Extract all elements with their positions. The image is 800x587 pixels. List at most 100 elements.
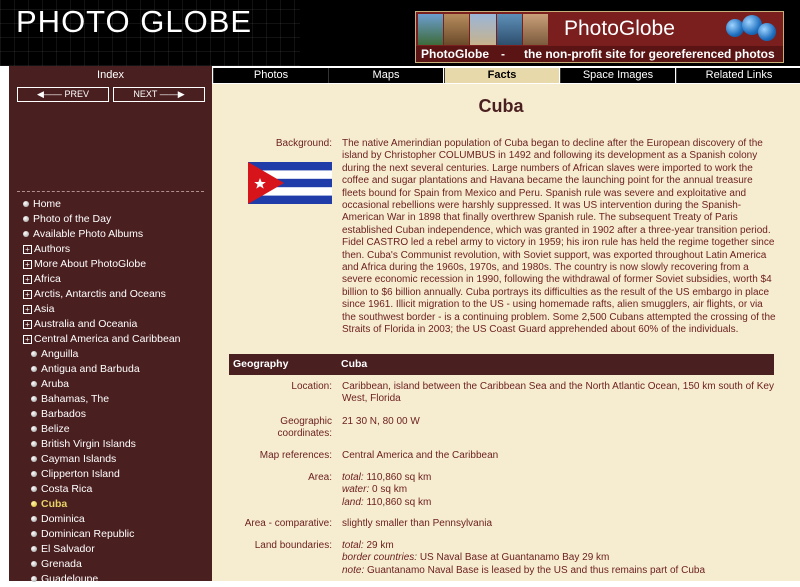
land-boundaries-label: Land boundaries: [254,540,332,551]
sidebar-item-british-virgin-islands[interactable]: British Virgin Islands [9,437,212,452]
background-text: The native Amerindian population of Cuba… [342,138,776,336]
sidebar-item-more-about-photoglobe[interactable]: + More About PhotoGlobe [9,257,212,272]
land-boundaries-border-row: border countries: US Naval Base at Guant… [342,552,776,564]
area-value: total: 110,860 sq km water: 0 sq km land… [342,472,776,509]
sidebar-item-label: Asia [34,303,55,315]
sidebar-item-anguilla[interactable]: Anguilla [9,347,212,362]
sidebar-item-dominican-republic[interactable]: Dominican Republic [9,527,212,542]
land-boundaries-value: total: 29 km border countries: US Naval … [342,540,776,577]
prev-button[interactable]: ◀—— PREV [17,87,109,102]
expand-plus-icon: + [23,335,32,344]
sidebar-item-label: Barbados [41,408,86,420]
tab-photos[interactable]: Photos [213,68,328,83]
bullet-icon [31,426,37,432]
prev-label: PREV [64,89,89,99]
bullet-icon [31,471,37,477]
sidebar-item-africa[interactable]: + Africa [9,272,212,287]
sidebar-item-grenada[interactable]: Grenada [9,557,212,572]
expand-plus-icon: + [23,275,32,284]
location-label: Location: [291,381,332,392]
facts-content: Cuba Background: The native Amerindian p… [212,84,800,581]
sidebar-item-label: Available Photo Albums [33,228,144,240]
site-logo[interactable]: PHOTO GLOBE [16,4,252,40]
area-total-key: total: [342,472,364,483]
sidebar-item-el-salvador[interactable]: El Salvador [9,542,212,557]
sidebar-menu: Home Photo of the Day Available Photo Albu… [9,197,212,587]
geography-section-header: Geography Cuba [229,354,774,375]
land-boundaries-note-row: note: Guantanamo Naval Base is leased by… [342,565,776,577]
sidebar-item-australia-and-oceania[interactable]: + Australia and Oceania [9,317,212,332]
land-boundaries-border-value: US Naval Base at Guantanamo Bay 29 km [419,552,610,564]
sidebar-item-clipperton-island[interactable]: Clipperton Island [9,467,212,482]
background-label: Background: [275,138,332,149]
sidebar-item-cayman-islands[interactable]: Cayman Islands [9,452,212,467]
sidebar-item-aruba[interactable]: Aruba [9,377,212,392]
sidebar-item-available-photo-albums[interactable]: Available Photo Albums [9,227,212,242]
tab-related-links[interactable]: Related Links [676,68,800,83]
area-water-row: water: 0 sq km [342,484,776,496]
geography-country: Cuba [341,358,368,370]
sidebar-item-barbados[interactable]: Barbados [9,407,212,422]
sidebar-item-belize[interactable]: Belize [9,422,212,437]
bullet-icon [23,201,29,207]
sidebar-item-cuba[interactable]: Cuba [9,497,212,512]
header: PHOTO GLOBE PhotoGlobe PhotoGlobe - the … [0,0,800,66]
expand-plus-icon: + [23,290,32,299]
area-water-value: 0 sq km [372,484,408,496]
cuba-flag-icon [248,162,332,204]
land-boundaries-border-key: border countries: [342,552,418,564]
geography-heading: Geography [233,358,289,370]
bullet-icon [31,441,37,447]
bullet-icon [31,501,37,507]
photoglobe-banner[interactable]: PhotoGlobe PhotoGlobe - the non-profit s… [415,11,784,63]
location-value: Caribbean, island between the Caribbean … [342,381,774,405]
sidebar-item-label: Africa [34,273,61,285]
sidebar-item-label: Dominica [41,513,85,525]
sidebar-item-bahamas-the[interactable]: Bahamas, The [9,392,212,407]
coordinates-value: 21 30 N, 80 00 W [342,416,420,427]
sidebar-item-central-america-and-caribbean[interactable]: + Central America and Caribbean [9,332,212,347]
banner-subtitle-dash: - [501,47,505,61]
bullet-icon [31,576,37,582]
banner-subtitle-name: PhotoGlobe [421,47,489,61]
bullet-icon [31,396,37,402]
land-boundaries-total-row: total: 29 km [342,540,776,552]
area-total-row: total: 110,860 sq km [342,472,776,484]
sidebar-divider [17,191,204,192]
bullet-icon [31,516,37,522]
sidebar-item-asia[interactable]: + Asia [9,302,212,317]
sidebar-item-arctis-antarctis-and-oceans[interactable]: + Arctis, Antarctis and Oceans [9,287,212,302]
expand-plus-icon: + [23,305,32,314]
next-button[interactable]: NEXT ——▶ [113,87,205,102]
bullet-icon [31,381,37,387]
sidebar-item-home[interactable]: Home [9,197,212,212]
area-label: Area: [308,472,332,483]
sidebar-item-label: Arctis, Antarctis and Oceans [34,288,166,300]
sidebar-item-label: British Virgin Islands [41,438,136,450]
sidebar-item-antigua-and-barbuda[interactable]: Antigua and Barbuda [9,362,212,377]
land-boundaries-note-key: note: [342,564,365,576]
bullet-icon [31,531,37,537]
expand-plus-icon: + [23,245,32,254]
sidebar-item-dominica[interactable]: Dominica [9,512,212,527]
sidebar-item-label: Photo of the Day [33,213,112,225]
sidebar-item-costa-rica[interactable]: Costa Rica [9,482,212,497]
tab-bar: Photos Maps Facts Space Images Related Links [212,66,800,84]
area-comparative-value: slightly smaller than Pennsylvania [342,518,493,529]
sidebar: Index ◀—— PREV NEXT ——▶ Home Photo of the… [9,66,212,585]
tab-maps[interactable]: Maps [328,68,443,83]
sidebar-item-label: More About PhotoGlobe [34,258,147,270]
land-boundaries-note-value: Guantanamo Naval Base is leased by the U… [367,564,705,576]
sidebar-item-photo-of-the-day[interactable]: Photo of the Day [9,212,212,227]
sidebar-item-label: Aruba [41,378,70,390]
sidebar-item-label: Bahamas, The [41,393,110,405]
tab-facts[interactable]: Facts [444,68,559,83]
tab-space-images[interactable]: Space Images [560,68,675,83]
bullet-icon [31,411,37,417]
coordinates-label: Geographic coordinates: [278,416,332,441]
page-title: Cuba [478,96,524,116]
sidebar-item-guadeloupe[interactable]: Guadeloupe [9,572,212,587]
area-total-value: 110,860 sq km [366,472,432,483]
sidebar-item-authors[interactable]: + Authors [9,242,212,257]
sidebar-item-label: Authors [34,243,71,255]
